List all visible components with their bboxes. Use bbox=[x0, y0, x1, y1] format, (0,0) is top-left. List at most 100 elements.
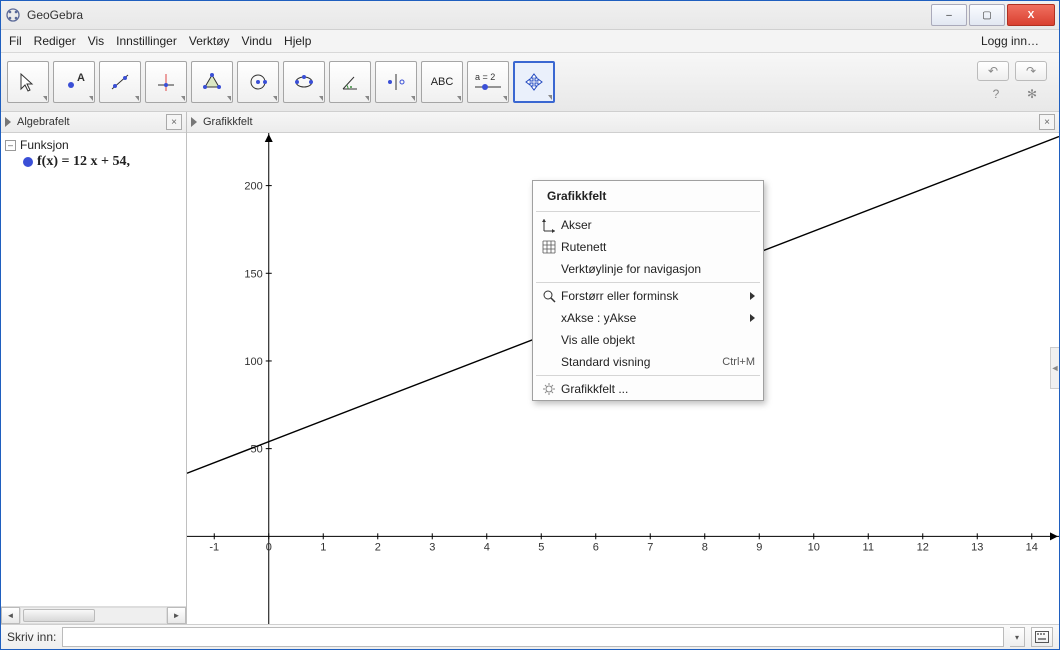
svg-text:4: 4 bbox=[484, 541, 490, 553]
svg-text:11: 11 bbox=[863, 541, 874, 553]
move-view-icon bbox=[523, 71, 545, 93]
command-input[interactable] bbox=[62, 627, 1004, 647]
context-ratio[interactable]: xAkse : yAkse bbox=[533, 307, 763, 329]
context-navbar[interactable]: Verktøylinje for navigasjon bbox=[533, 258, 763, 280]
tool-point[interactable]: A bbox=[53, 61, 95, 103]
menu-edit[interactable]: Rediger bbox=[34, 34, 76, 48]
svg-text:a = 2: a = 2 bbox=[475, 72, 495, 82]
tool-slider[interactable]: a = 2 bbox=[467, 61, 509, 103]
titlebar[interactable]: GeoGebra – ▢ X bbox=[1, 1, 1059, 30]
tree-category[interactable]: – Funksjon bbox=[5, 137, 182, 153]
tool-reflect[interactable] bbox=[375, 61, 417, 103]
gear-icon: ✻ bbox=[1027, 87, 1037, 101]
algebra-panel-title: Algebrafelt bbox=[17, 116, 70, 128]
side-puller[interactable]: ◄ bbox=[1050, 347, 1059, 389]
graphics-canvas[interactable]: -10123456789101112131450100150200 Grafik… bbox=[187, 133, 1059, 624]
scroll-right-button[interactable]: ► bbox=[167, 607, 186, 624]
context-showall[interactable]: Vis alle objekt bbox=[533, 329, 763, 351]
menu-help[interactable]: Hjelp bbox=[284, 34, 311, 48]
graphics-panel-close[interactable]: × bbox=[1039, 114, 1055, 130]
context-axes-label: Akser bbox=[561, 218, 755, 232]
svg-text:6: 6 bbox=[593, 541, 599, 553]
scroll-track[interactable] bbox=[20, 607, 167, 624]
submenu-arrow-icon bbox=[750, 314, 755, 322]
svg-text:10: 10 bbox=[808, 541, 820, 553]
menubar: Fil Rediger Vis Innstillinger Verktøy Vi… bbox=[1, 30, 1059, 53]
menu-tools[interactable]: Verktøy bbox=[189, 34, 230, 48]
cursor-icon bbox=[17, 71, 39, 93]
point-icon: A bbox=[63, 71, 85, 93]
algebra-panel: Algebrafelt × – Funksjon f(x) = 12 x + 5… bbox=[1, 112, 187, 624]
maximize-button[interactable]: ▢ bbox=[969, 4, 1005, 26]
tool-text[interactable]: ABC bbox=[421, 61, 463, 103]
graphics-panel-header[interactable]: Grafikkfelt × bbox=[187, 112, 1059, 133]
toolbar-help-button[interactable]: ? bbox=[981, 85, 1011, 103]
context-zoom[interactable]: Forstørr eller forminsk bbox=[533, 285, 763, 307]
svg-text:100: 100 bbox=[244, 356, 262, 368]
context-axes[interactable]: Akser bbox=[533, 214, 763, 236]
minimize-button[interactable]: – bbox=[931, 4, 967, 26]
help-icon: ? bbox=[993, 87, 1000, 101]
tool-line[interactable] bbox=[99, 61, 141, 103]
app-icon bbox=[5, 7, 21, 23]
svg-text:5: 5 bbox=[538, 541, 544, 553]
tool-polygon[interactable] bbox=[191, 61, 233, 103]
menu-window[interactable]: Vindu bbox=[242, 34, 272, 48]
tool-move-view[interactable] bbox=[513, 61, 555, 103]
function-visibility-dot[interactable] bbox=[23, 157, 33, 167]
reflect-icon bbox=[385, 71, 407, 93]
menu-file[interactable]: Fil bbox=[9, 34, 22, 48]
magnifier-icon bbox=[542, 289, 556, 303]
context-title: Grafikkfelt bbox=[533, 181, 763, 209]
expand-icon bbox=[191, 117, 197, 127]
tool-move[interactable] bbox=[7, 61, 49, 103]
svg-text:200: 200 bbox=[244, 181, 262, 193]
circle-icon bbox=[247, 71, 269, 93]
svg-text:14: 14 bbox=[1026, 541, 1038, 553]
graphics-panel-title: Grafikkfelt bbox=[203, 116, 253, 128]
main-area: Algebrafelt × – Funksjon f(x) = 12 x + 5… bbox=[1, 112, 1059, 624]
context-navbar-label: Verktøylinje for navigasjon bbox=[561, 262, 755, 276]
context-grid[interactable]: Rutenett bbox=[533, 236, 763, 258]
undo-button[interactable]: ↶ bbox=[977, 61, 1009, 81]
redo-button[interactable]: ↷ bbox=[1015, 61, 1047, 81]
svg-text:0: 0 bbox=[266, 541, 272, 553]
input-history-dropdown[interactable]: ▾ bbox=[1010, 627, 1025, 647]
scroll-thumb[interactable] bbox=[23, 609, 95, 622]
toolbar-right: ↶ ↷ ? ✻ bbox=[977, 61, 1053, 103]
line-icon bbox=[109, 71, 131, 93]
toolbar-prefs-button[interactable]: ✻ bbox=[1017, 85, 1047, 103]
ellipse-icon bbox=[293, 71, 315, 93]
context-properties-label: Grafikkfelt ... bbox=[561, 382, 755, 396]
virtual-keyboard-button[interactable] bbox=[1031, 627, 1053, 647]
tool-angle[interactable] bbox=[329, 61, 371, 103]
scroll-left-button[interactable]: ◄ bbox=[1, 607, 20, 624]
slider-icon: a = 2 bbox=[471, 71, 505, 93]
menu-login[interactable]: Logg inn… bbox=[981, 34, 1039, 48]
menu-view[interactable]: Vis bbox=[88, 34, 104, 48]
tool-circle[interactable] bbox=[237, 61, 279, 103]
text-icon: ABC bbox=[431, 76, 454, 88]
context-standard[interactable]: Standard visning Ctrl+M bbox=[533, 351, 763, 373]
tool-ellipse[interactable] bbox=[283, 61, 325, 103]
algebra-panel-close[interactable]: × bbox=[166, 114, 182, 130]
menu-settings[interactable]: Innstillinger bbox=[116, 34, 177, 48]
svg-text:1: 1 bbox=[320, 541, 326, 553]
submenu-arrow-icon bbox=[750, 292, 755, 300]
algebra-panel-header[interactable]: Algebrafelt × bbox=[1, 112, 186, 133]
graphics-context-menu: Grafikkfelt Akser Rutenett Verktøylinje … bbox=[532, 180, 764, 401]
close-button[interactable]: X bbox=[1007, 4, 1055, 26]
svg-text:A: A bbox=[77, 72, 85, 84]
tool-perpendicular[interactable] bbox=[145, 61, 187, 103]
algebra-hscrollbar[interactable]: ◄ ► bbox=[1, 606, 186, 624]
tree-toggle-icon[interactable]: – bbox=[5, 140, 16, 151]
context-properties[interactable]: Grafikkfelt ... bbox=[533, 378, 763, 400]
context-grid-label: Rutenett bbox=[561, 240, 755, 254]
svg-text:9: 9 bbox=[756, 541, 762, 553]
svg-text:50: 50 bbox=[251, 444, 263, 456]
context-ratio-label: xAkse : yAkse bbox=[561, 311, 744, 325]
undo-icon: ↶ bbox=[988, 64, 998, 78]
tree-function[interactable]: f(x) = 12 x + 54, bbox=[5, 153, 182, 171]
expand-icon bbox=[5, 117, 11, 127]
algebra-tree[interactable]: – Funksjon f(x) = 12 x + 54, bbox=[1, 133, 186, 606]
